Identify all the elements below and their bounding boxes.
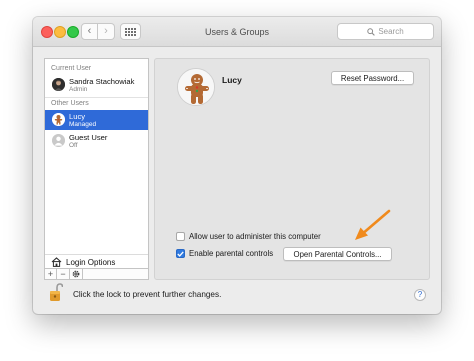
login-options-item[interactable]: Login Options bbox=[45, 254, 148, 269]
search-field[interactable]: Search bbox=[337, 23, 434, 40]
user-role: Admin bbox=[69, 86, 88, 93]
navigation-buttons: ‹ › bbox=[81, 23, 116, 40]
parental-controls-row[interactable]: Enable parental controls bbox=[176, 249, 273, 258]
minimize-window-button[interactable] bbox=[54, 26, 66, 38]
user-name: Sandra Stachowiak bbox=[69, 77, 135, 86]
grid-icon bbox=[125, 27, 136, 36]
question-mark-icon: ? bbox=[417, 290, 423, 299]
add-user-button[interactable]: + bbox=[44, 269, 57, 280]
close-window-button[interactable] bbox=[41, 26, 53, 38]
user-details-panel: Lucy Reset Password... Allow user to adm… bbox=[154, 58, 430, 280]
parental-controls-checkbox[interactable] bbox=[176, 249, 185, 258]
allow-admin-checkbox[interactable] bbox=[176, 232, 185, 241]
action-menu-button[interactable] bbox=[70, 269, 83, 280]
avatar bbox=[52, 113, 65, 126]
orange-arrow-annotation bbox=[355, 209, 391, 240]
zoom-window-button[interactable] bbox=[67, 26, 79, 38]
sidebar-item-sandra[interactable]: Sandra Stachowiak Admin bbox=[45, 75, 148, 95]
current-user-header: Current User bbox=[51, 65, 92, 72]
gear-icon bbox=[72, 270, 80, 278]
search-placeholder: Search bbox=[378, 27, 404, 36]
open-parental-controls-button[interactable]: Open Parental Controls... bbox=[283, 247, 392, 261]
sidebar-toolbar: + − bbox=[44, 269, 149, 280]
sidebar-item-lucy[interactable]: Lucy Managed bbox=[45, 110, 148, 130]
minus-icon: − bbox=[60, 268, 66, 279]
divider bbox=[45, 97, 148, 98]
help-button[interactable]: ? bbox=[414, 289, 426, 301]
window-title: Users & Groups bbox=[204, 27, 270, 37]
house-icon bbox=[51, 257, 62, 267]
parental-controls-label: Enable parental controls bbox=[189, 249, 274, 258]
allow-admin-row[interactable]: Allow user to administer this computer bbox=[176, 232, 321, 241]
checkmark-icon bbox=[177, 250, 184, 257]
users-sidebar: Current User Sandra Stachowiak Admin Oth… bbox=[44, 58, 149, 269]
login-options-label: Login Options bbox=[66, 257, 116, 267]
user-picture[interactable] bbox=[177, 68, 215, 106]
user-name: Lucy bbox=[69, 112, 86, 121]
forward-button[interactable]: › bbox=[98, 23, 115, 40]
selected-user-name: Lucy bbox=[222, 75, 242, 85]
reset-password-button[interactable]: Reset Password... bbox=[331, 71, 414, 85]
lock-icon[interactable] bbox=[49, 283, 64, 302]
other-users-header: Other Users bbox=[51, 100, 89, 107]
allow-admin-label: Allow user to administer this computer bbox=[189, 232, 321, 241]
user-role: Off bbox=[69, 142, 78, 149]
plus-icon: + bbox=[47, 268, 54, 279]
remove-user-button[interactable]: − bbox=[57, 269, 70, 280]
toolbar-spacer bbox=[83, 269, 149, 280]
chevron-left-icon: ‹ bbox=[87, 25, 92, 37]
chevron-right-icon: › bbox=[104, 25, 108, 37]
search-icon bbox=[367, 27, 376, 36]
title-bar: ‹ › Users & Groups Search bbox=[33, 17, 441, 47]
gingerbread-icon bbox=[178, 69, 214, 105]
back-button[interactable]: ‹ bbox=[81, 23, 98, 40]
sidebar-item-guest[interactable]: Guest User Off bbox=[45, 131, 148, 151]
avatar bbox=[52, 78, 65, 91]
guest-user-icon bbox=[52, 134, 65, 147]
user-name: Guest User bbox=[69, 133, 108, 142]
show-all-button[interactable] bbox=[120, 23, 141, 40]
users-groups-window: ‹ › Users & Groups Search Current User S… bbox=[33, 17, 441, 314]
lock-message: Click the lock to prevent further change… bbox=[73, 290, 222, 299]
user-role: Managed bbox=[69, 121, 97, 128]
